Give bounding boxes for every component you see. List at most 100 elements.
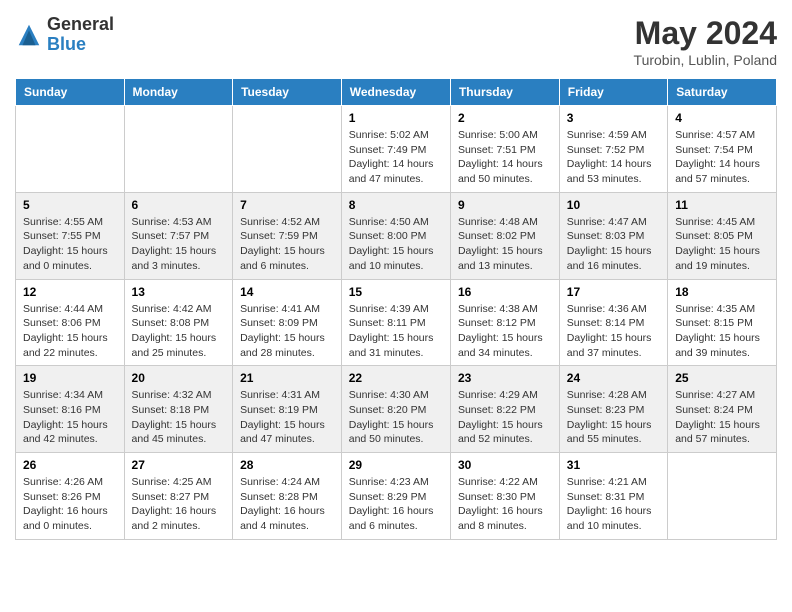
day-info: Sunrise: 4:55 AM Sunset: 7:55 PM Dayligh…: [23, 215, 117, 274]
day-number: 22: [349, 371, 443, 385]
calendar-cell-2-1: 13Sunrise: 4:42 AM Sunset: 8:08 PM Dayli…: [124, 279, 233, 366]
calendar-cell-4-2: 28 Sunrise: 4:24 AM Sunset: 8:28 PM Dayli…: [233, 453, 342, 540]
day-number: 16: [458, 285, 552, 299]
day-info: Sunrise: 4:59 AM Sunset: 7:52 PM Dayligh…: [567, 128, 660, 187]
calendar-cell-4-1: 27 Sunrise: 4:25 AM Sunset: 8:27 PM Dayli…: [124, 453, 233, 540]
day-number: 19: [23, 371, 117, 385]
calendar-cell-1-5: 10 Sunrise: 4:47 AM Sunset: 8:03 PM Dayli…: [559, 192, 667, 279]
calendar-cell-2-0: 12Sunrise: 4:44 AM Sunset: 8:06 PM Dayli…: [16, 279, 125, 366]
day-number: 13: [132, 285, 226, 299]
day-info: Sunrise: 4:24 AM Sunset: 8:28 PM Dayligh…: [240, 475, 334, 534]
calendar-cell-1-4: 9Sunrise: 4:48 AM Sunset: 8:02 PM Daylig…: [450, 192, 559, 279]
calendar-cell-3-1: 20Sunrise: 4:32 AM Sunset: 8:18 PM Dayli…: [124, 366, 233, 453]
calendar-cell-1-6: 11 Sunrise: 4:45 AM Sunset: 8:05 PM Dayli…: [668, 192, 777, 279]
calendar-cell-2-2: 14 Sunrise: 4:41 AM Sunset: 8:09 PM Dayli…: [233, 279, 342, 366]
day-info: Sunrise: 4:23 AM Sunset: 8:29 PM Dayligh…: [349, 475, 443, 534]
day-info: Sunrise: 4:26 AM Sunset: 8:26 PM Dayligh…: [23, 475, 117, 534]
day-number: 8: [349, 198, 443, 212]
day-number: 30: [458, 458, 552, 472]
calendar-cell-4-4: 30 Sunrise: 4:22 AM Sunset: 8:30 PM Dayli…: [450, 453, 559, 540]
week-row-2: 5 Sunrise: 4:55 AM Sunset: 7:55 PM Daylig…: [16, 192, 777, 279]
month-title: May 2024: [634, 15, 777, 52]
day-number: 1: [349, 111, 443, 125]
calendar-cell-3-6: 25Sunrise: 4:27 AM Sunset: 8:24 PM Dayli…: [668, 366, 777, 453]
day-info: Sunrise: 4:25 AM Sunset: 8:27 PM Dayligh…: [132, 475, 226, 534]
calendar-cell-2-6: 18 Sunrise: 4:35 AM Sunset: 8:15 PM Dayli…: [668, 279, 777, 366]
day-info: Sunrise: 4:52 AM Sunset: 7:59 PM Dayligh…: [240, 215, 334, 274]
day-info: Sunrise: 4:36 AM Sunset: 8:14 PM Dayligh…: [567, 302, 660, 361]
logo-blue-text: Blue: [47, 34, 86, 54]
day-info: Sunrise: 4:34 AM Sunset: 8:16 PM Dayligh…: [23, 388, 117, 447]
calendar-cell-3-5: 24 Sunrise: 4:28 AM Sunset: 8:23 PM Dayli…: [559, 366, 667, 453]
day-number: 7: [240, 198, 334, 212]
day-info: Sunrise: 4:30 AM Sunset: 8:20 PM Dayligh…: [349, 388, 443, 447]
day-info: Sunrise: 4:50 AM Sunset: 8:00 PM Dayligh…: [349, 215, 443, 274]
day-number: 4: [675, 111, 769, 125]
calendar-cell-1-1: 6Sunrise: 4:53 AM Sunset: 7:57 PM Daylig…: [124, 192, 233, 279]
calendar-table: Sunday Monday Tuesday Wednesday Thursday…: [15, 78, 777, 540]
col-tuesday: Tuesday: [233, 79, 342, 106]
calendar-cell-3-3: 22 Sunrise: 4:30 AM Sunset: 8:20 PM Dayli…: [341, 366, 450, 453]
day-number: 6: [132, 198, 226, 212]
calendar-cell-2-5: 17 Sunrise: 4:36 AM Sunset: 8:14 PM Dayli…: [559, 279, 667, 366]
day-info: Sunrise: 4:27 AM Sunset: 8:24 PM Dayligh…: [675, 388, 769, 447]
calendar-cell-3-2: 21Sunrise: 4:31 AM Sunset: 8:19 PM Dayli…: [233, 366, 342, 453]
day-number: 29: [349, 458, 443, 472]
calendar-cell-2-3: 15 Sunrise: 4:39 AM Sunset: 8:11 PM Dayli…: [341, 279, 450, 366]
calendar-cell-0-4: 2Sunrise: 5:00 AM Sunset: 7:51 PM Daylig…: [450, 106, 559, 193]
day-info: Sunrise: 4:22 AM Sunset: 8:30 PM Dayligh…: [458, 475, 552, 534]
day-info: Sunrise: 4:28 AM Sunset: 8:23 PM Dayligh…: [567, 388, 660, 447]
week-row-4: 19 Sunrise: 4:34 AM Sunset: 8:16 PM Dayli…: [16, 366, 777, 453]
calendar-cell-0-5: 3 Sunrise: 4:59 AM Sunset: 7:52 PM Daylig…: [559, 106, 667, 193]
day-info: Sunrise: 4:32 AM Sunset: 8:18 PM Dayligh…: [132, 388, 226, 447]
col-wednesday: Wednesday: [341, 79, 450, 106]
calendar-cell-0-3: 1Sunrise: 5:02 AM Sunset: 7:49 PM Daylig…: [341, 106, 450, 193]
col-friday: Friday: [559, 79, 667, 106]
day-info: Sunrise: 4:35 AM Sunset: 8:15 PM Dayligh…: [675, 302, 769, 361]
day-info: Sunrise: 4:21 AM Sunset: 8:31 PM Dayligh…: [567, 475, 660, 534]
calendar-cell-1-0: 5 Sunrise: 4:55 AM Sunset: 7:55 PM Daylig…: [16, 192, 125, 279]
calendar-cell-0-2: [233, 106, 342, 193]
day-number: 14: [240, 285, 334, 299]
day-info: Sunrise: 4:29 AM Sunset: 8:22 PM Dayligh…: [458, 388, 552, 447]
calendar-cell-0-6: 4 Sunrise: 4:57 AM Sunset: 7:54 PM Daylig…: [668, 106, 777, 193]
title-block: May 2024 Turobin, Lublin, Poland: [634, 15, 777, 68]
day-number: 31: [567, 458, 660, 472]
calendar-cell-4-3: 29 Sunrise: 4:23 AM Sunset: 8:29 PM Dayli…: [341, 453, 450, 540]
day-info: Sunrise: 4:48 AM Sunset: 8:02 PM Dayligh…: [458, 215, 552, 274]
day-number: 10: [567, 198, 660, 212]
day-number: 27: [132, 458, 226, 472]
header: General Blue May 2024 Turobin, Lublin, P…: [15, 15, 777, 68]
day-number: 11: [675, 198, 769, 212]
day-info: Sunrise: 4:39 AM Sunset: 8:11 PM Dayligh…: [349, 302, 443, 361]
day-number: 28: [240, 458, 334, 472]
week-row-5: 26 Sunrise: 4:26 AM Sunset: 8:26 PM Dayli…: [16, 453, 777, 540]
calendar-header-row: Sunday Monday Tuesday Wednesday Thursday…: [16, 79, 777, 106]
logo-icon: [15, 21, 43, 49]
col-monday: Monday: [124, 79, 233, 106]
day-number: 23: [458, 371, 552, 385]
day-number: 26: [23, 458, 117, 472]
week-row-1: 1Sunrise: 5:02 AM Sunset: 7:49 PM Daylig…: [16, 106, 777, 193]
day-number: 17: [567, 285, 660, 299]
day-number: 5: [23, 198, 117, 212]
day-info: Sunrise: 4:57 AM Sunset: 7:54 PM Dayligh…: [675, 128, 769, 187]
location-text: Turobin, Lublin, Poland: [634, 52, 777, 68]
page-container: General Blue May 2024 Turobin, Lublin, P…: [15, 15, 777, 540]
day-number: 21: [240, 371, 334, 385]
day-info: Sunrise: 4:38 AM Sunset: 8:12 PM Dayligh…: [458, 302, 552, 361]
day-number: 12: [23, 285, 117, 299]
col-saturday: Saturday: [668, 79, 777, 106]
day-info: Sunrise: 4:45 AM Sunset: 8:05 PM Dayligh…: [675, 215, 769, 274]
calendar-cell-1-3: 8 Sunrise: 4:50 AM Sunset: 8:00 PM Daylig…: [341, 192, 450, 279]
day-number: 3: [567, 111, 660, 125]
calendar-cell-2-4: 16 Sunrise: 4:38 AM Sunset: 8:12 PM Dayli…: [450, 279, 559, 366]
calendar-cell-3-0: 19 Sunrise: 4:34 AM Sunset: 8:16 PM Dayli…: [16, 366, 125, 453]
day-number: 24: [567, 371, 660, 385]
day-number: 18: [675, 285, 769, 299]
day-info: Sunrise: 4:41 AM Sunset: 8:09 PM Dayligh…: [240, 302, 334, 361]
calendar-cell-4-5: 31 Sunrise: 4:21 AM Sunset: 8:31 PM Dayli…: [559, 453, 667, 540]
day-number: 15: [349, 285, 443, 299]
day-info: Sunrise: 4:47 AM Sunset: 8:03 PM Dayligh…: [567, 215, 660, 274]
calendar-cell-0-0: [16, 106, 125, 193]
